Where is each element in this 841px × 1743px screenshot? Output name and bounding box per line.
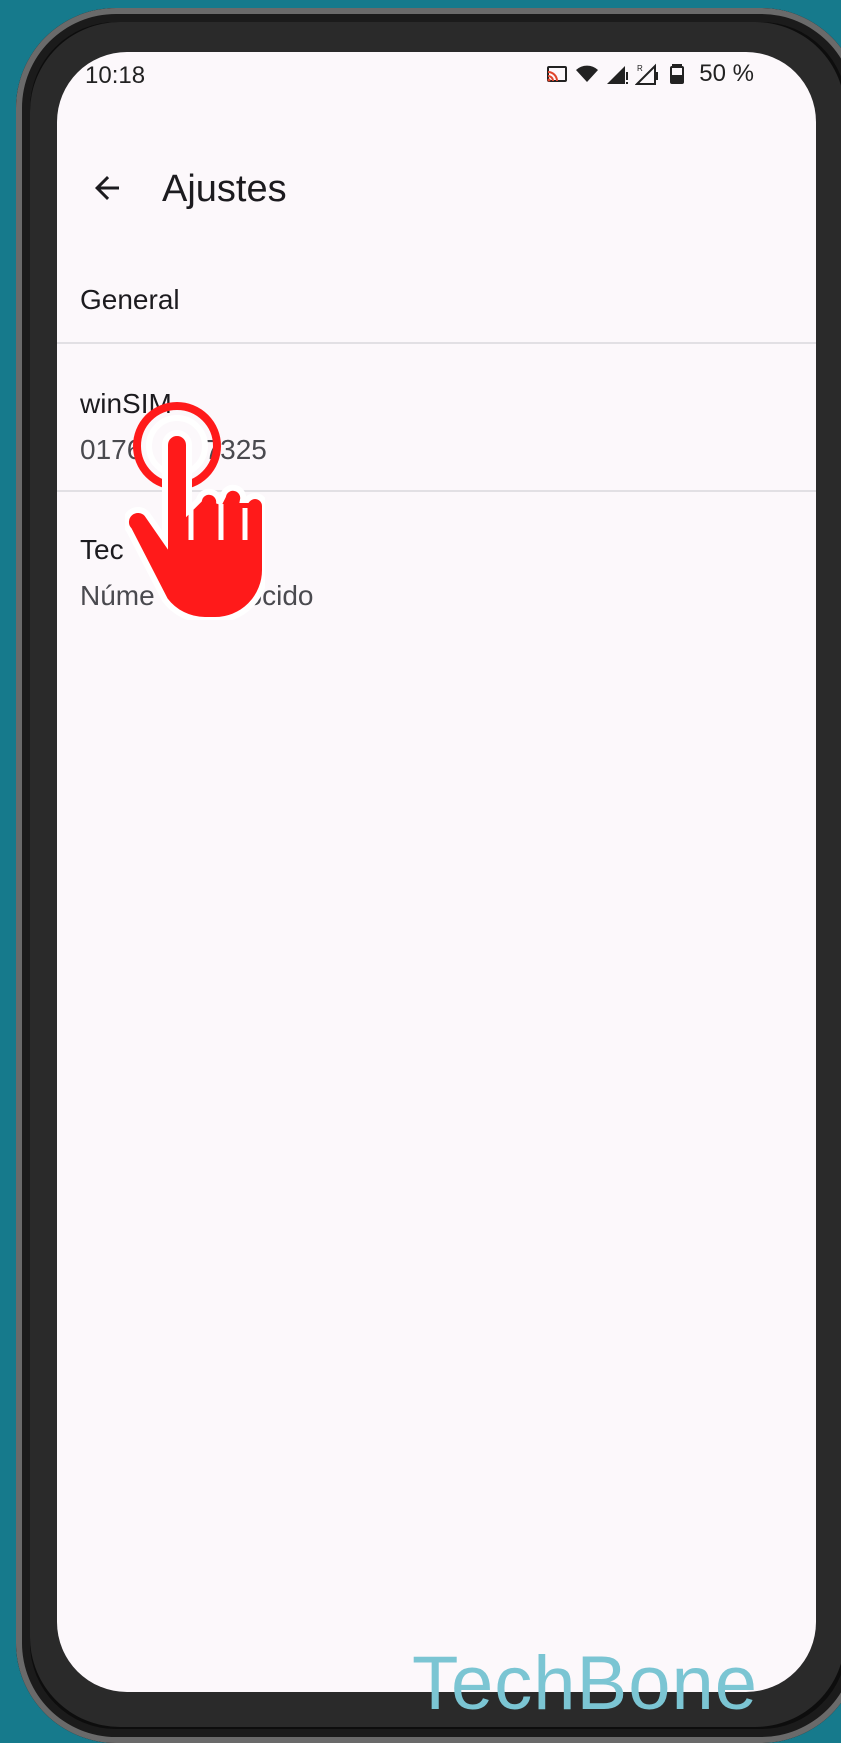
- signal-roaming-icon: R: [634, 62, 659, 86]
- back-arrow-icon: [89, 170, 125, 211]
- svg-text:R: R: [637, 64, 643, 73]
- cast-icon: [545, 62, 569, 86]
- status-time: 10:18: [85, 62, 146, 89]
- general-label: General: [80, 284, 180, 315]
- phone-screen: 10:18 R 50 % Ajustes General winSIM 0176…: [57, 52, 816, 1692]
- battery-percentage: 50 %: [699, 60, 754, 87]
- signal-icon: [605, 62, 629, 86]
- battery-icon: [665, 62, 689, 86]
- wifi-icon: [575, 62, 599, 86]
- back-button[interactable]: [79, 162, 135, 218]
- status-bar: 10:18 R 50 %: [57, 52, 816, 102]
- watermark: TechBone: [412, 1641, 759, 1726]
- tap-hand-icon: [125, 402, 265, 620]
- page-title: Ajustes: [162, 168, 287, 210]
- top-app-bar: Ajustes: [57, 150, 816, 230]
- status-icons: R 50 %: [545, 60, 754, 88]
